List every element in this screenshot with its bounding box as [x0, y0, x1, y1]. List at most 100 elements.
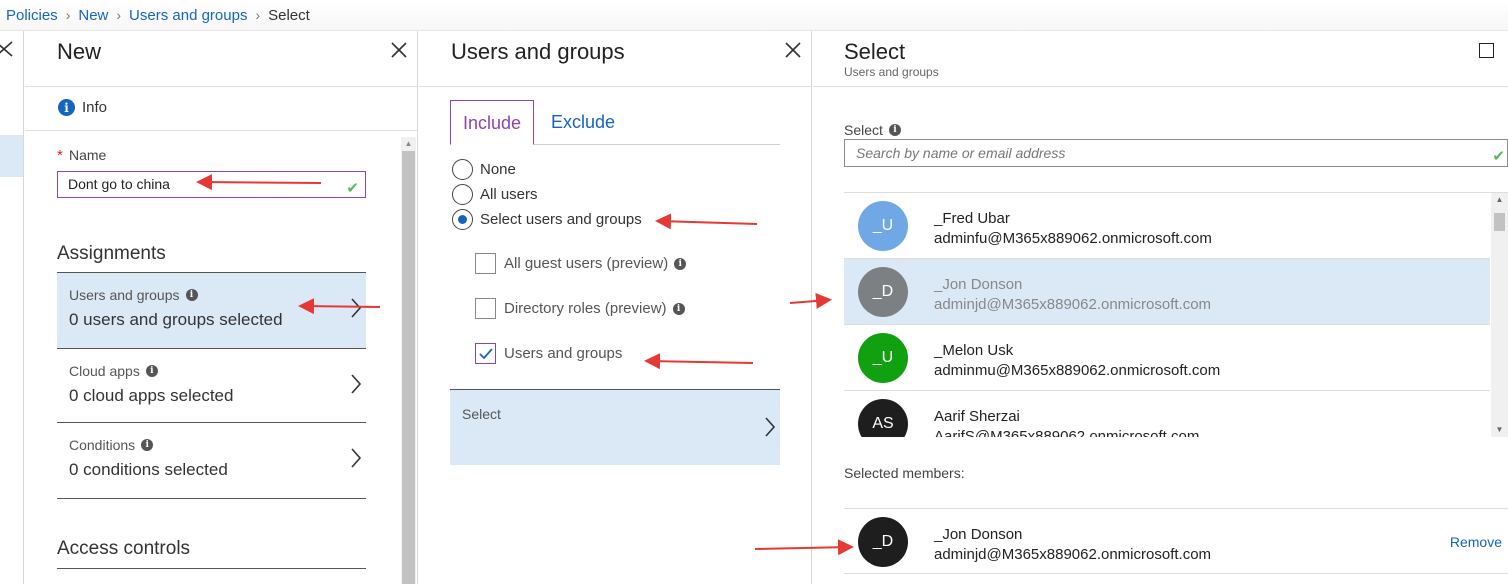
user-name: _Jon Donson [934, 526, 1023, 543]
user-list: _U _Fred Ubar adminfu@M365x889062.onmicr… [844, 192, 1508, 437]
breadcrumb: Policies › New › Users and groups › Sele… [0, 0, 1508, 31]
radio-button[interactable] [452, 159, 473, 180]
checkbox[interactable] [475, 298, 496, 319]
policy-form: * Name Dont go to china ✔ Assignments Us… [25, 130, 417, 584]
header-divider [813, 86, 1508, 87]
radio-selected-dot [458, 215, 467, 224]
info-icon: i [145, 365, 158, 377]
radio-button[interactable] [452, 209, 473, 230]
close-icon [391, 42, 407, 58]
close-icon[interactable] [0, 40, 14, 58]
tab-include[interactable]: Include [450, 100, 534, 145]
close-icon [785, 42, 801, 58]
users-and-groups-blade: Users and groups Include Exclude None Al… [419, 31, 812, 584]
scroll-up-arrow-icon[interactable]: ▲ [401, 137, 416, 151]
search-placeholder: Search by name or email address [856, 145, 1066, 161]
select-users-button[interactable]: Select [450, 389, 780, 465]
name-label: Name [69, 147, 107, 163]
assignment-cloud-apps[interactable]: Cloud apps i 0 cloud apps selected [57, 348, 366, 424]
user-name: _Melon Usk [934, 342, 1014, 359]
assignment-value: 0 conditions selected [69, 460, 228, 479]
info-icon: i [888, 124, 901, 136]
list-item[interactable]: _D _Jon Donson adminjd@M365x889062.onmic… [844, 259, 1490, 325]
name-field-value: Dont go to china [68, 176, 170, 192]
assignment-conditions[interactable]: Conditions i 0 conditions selected [57, 422, 366, 498]
divider [57, 498, 366, 499]
radio-select-users-and-groups[interactable]: Select users and groups [452, 209, 642, 230]
header-divider [25, 86, 417, 87]
scroll-down-arrow-icon[interactable]: ▼ [1491, 425, 1508, 434]
breadcrumb-policies[interactable]: Policies [6, 7, 58, 24]
blade-title: New [57, 39, 102, 64]
chevron-right-icon [765, 417, 776, 437]
scrollbar[interactable]: ▲ [401, 137, 416, 584]
radio-label: All users [480, 186, 538, 203]
assignment-value: 0 cloud apps selected [69, 386, 234, 405]
info-icon: i [185, 289, 198, 301]
info-link[interactable]: i Info [58, 99, 107, 116]
tab-exclude[interactable]: Exclude [551, 100, 615, 145]
close-button[interactable] [784, 41, 802, 59]
include-exclude-tabs: Include Exclude [450, 100, 780, 145]
breadcrumb-current: Select [268, 6, 310, 24]
radio-button[interactable] [452, 184, 473, 205]
assignment-title: Cloud apps [69, 363, 140, 379]
info-icon: i [672, 302, 685, 315]
radio-all-users[interactable]: All users [452, 184, 538, 205]
new-policy-blade: New i Info * Name Dont go to china ✔ Ass… [25, 31, 418, 584]
avatar: _D [858, 267, 908, 317]
maximize-button[interactable] [1479, 43, 1494, 58]
assignment-users-and-groups[interactable]: Users and groups i 0 users and groups sel… [57, 272, 366, 348]
select-label: Select [462, 406, 501, 422]
assignment-title: Conditions [69, 437, 136, 453]
checkbox-label: All guest users (preview) [504, 255, 669, 272]
radio-none[interactable]: None [452, 159, 516, 180]
chevron-right-icon: › [65, 7, 71, 23]
blade-subtitle: Users and groups [844, 65, 939, 79]
checkbox[interactable] [475, 343, 496, 364]
checkbox[interactable] [475, 253, 496, 274]
user-name: _Jon Donson [934, 276, 1023, 293]
assignment-value: 0 users and groups selected [69, 310, 283, 329]
chevron-right-icon: › [255, 7, 261, 23]
checkmark-icon: ✔ [346, 180, 359, 197]
blade-title: Users and groups [451, 39, 625, 64]
user-email: adminjd@M365x889062.onmicrosoft.com [934, 546, 1212, 563]
search-label: Select i [844, 122, 901, 138]
info-icon: i [674, 257, 687, 270]
avatar: AS [858, 399, 908, 437]
avatar: _U [858, 201, 908, 251]
remove-button[interactable]: Remove [1450, 534, 1502, 550]
checkbox-label: Users and groups [504, 345, 623, 362]
list-item[interactable]: _U _Fred Ubar adminfu@M365x889062.onmicr… [844, 193, 1490, 259]
radio-label: Select users and groups [480, 211, 642, 228]
previous-blade-selected-item[interactable] [0, 135, 23, 177]
breadcrumb-new[interactable]: New [78, 7, 108, 24]
checkbox-all-guest-users[interactable]: All guest users (preview) i [475, 253, 687, 274]
divider [57, 568, 366, 569]
scrollbar-thumb[interactable] [1494, 213, 1505, 231]
user-email: adminmu@M365x889062.onmicrosoft.com [934, 362, 1221, 379]
access-controls-heading: Access controls [57, 538, 191, 559]
checkbox-directory-roles[interactable]: Directory roles (preview) i [475, 298, 685, 319]
blade-title: Select [844, 39, 906, 64]
user-email: adminfu@M365x889062.onmicrosoft.com [934, 230, 1212, 247]
info-icon: i [141, 439, 154, 451]
search-input[interactable]: Search by name or email address ✔ [844, 139, 1508, 167]
scroll-up-arrow-icon[interactable]: ▲ [1491, 195, 1508, 204]
list-item[interactable]: _U _Melon Usk adminmu@M365x889062.onmicr… [844, 325, 1490, 391]
search-label-text: Select [844, 122, 883, 138]
breadcrumb-users-and-groups[interactable]: Users and groups [129, 7, 247, 24]
user-email: AarifS@M365x889062.onmicrosoft.com [934, 428, 1200, 437]
chevron-right-icon: › [116, 7, 122, 23]
info-icon: i [58, 99, 75, 116]
name-field[interactable]: Dont go to china ✔ [57, 171, 366, 198]
close-button[interactable] [390, 41, 408, 59]
info-label: Info [82, 99, 108, 116]
list-item[interactable]: AS Aarif Sherzai AarifS@M365x889062.onmi… [844, 391, 1490, 437]
checkbox-users-and-groups[interactable]: Users and groups [475, 343, 622, 364]
scrollbar[interactable]: ▲ ▼ [1491, 193, 1508, 437]
assignment-title: Users and groups [69, 287, 180, 303]
scrollbar-thumb[interactable] [402, 151, 415, 584]
header-divider [419, 86, 811, 87]
